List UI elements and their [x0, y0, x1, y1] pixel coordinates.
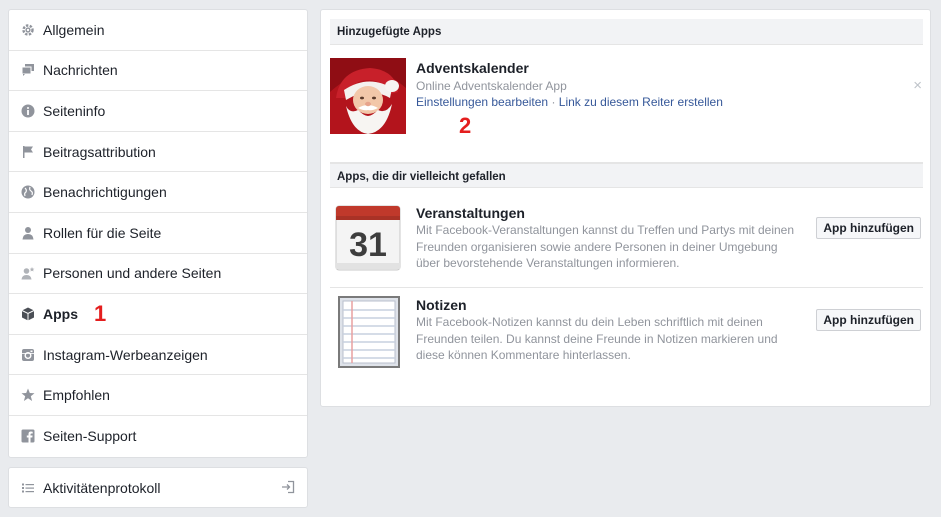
- adventskalender-thumbnail[interactable]: [330, 58, 406, 134]
- sidebar-item-label: Apps: [43, 305, 78, 322]
- annotation-marker-1: 1: [94, 300, 107, 326]
- sidebar-item-personen[interactable]: Personen und andere Seiten: [9, 254, 307, 295]
- messages-icon: [20, 62, 36, 78]
- facebook-icon: [20, 428, 36, 444]
- link-separator: ·: [551, 95, 556, 109]
- star-icon: [20, 387, 36, 403]
- list-icon: [20, 480, 36, 496]
- exit-icon[interactable]: [281, 480, 295, 497]
- sidebar-item-apps[interactable]: Apps 1: [9, 294, 307, 335]
- sidebar-item-seiteninfo[interactable]: Seiteninfo: [9, 91, 307, 132]
- sidebar-item-aktivitaetenprotokoll[interactable]: Aktivitätenprotokoll: [8, 467, 308, 508]
- add-notizen-button[interactable]: App hinzufügen: [816, 309, 921, 331]
- app-title-adventskalender: Adventskalender: [416, 60, 529, 76]
- sidebar-item-label: Personen und andere Seiten: [43, 265, 222, 282]
- edit-settings-link[interactable]: Einstellungen bearbeiten: [416, 95, 548, 109]
- sidebar-item-label: Benachrichtigungen: [43, 184, 167, 201]
- app-description-veranstaltungen: Mit Facebook-Veranstaltungen kannst du T…: [416, 223, 794, 270]
- create-tab-link[interactable]: Link zu diesem Reiter erstellen: [559, 95, 723, 109]
- cube-icon: [20, 306, 36, 322]
- sidebar-item-label: Seiteninfo: [43, 102, 106, 119]
- sidebar-item-benachrichtigungen[interactable]: Benachrichtigungen: [9, 172, 307, 213]
- gear-icon: [20, 22, 36, 38]
- sidebar-item-label: Beitragsattribution: [43, 143, 156, 160]
- sidebar-item-label: Allgemein: [43, 21, 105, 38]
- calendar-icon: 31: [335, 204, 401, 275]
- sidebar-item-label: Nachrichten: [43, 62, 118, 79]
- suggested-apps-heading: Apps, die dir vielleicht gefallen: [330, 162, 923, 188]
- sidebar-item-instagram[interactable]: Instagram-Werbeanzeigen: [9, 335, 307, 376]
- sidebar-item-beitragsattribution[interactable]: Beitragsattribution: [9, 132, 307, 173]
- info-icon: [20, 103, 36, 119]
- sidebar-item-label: Seiten-Support: [43, 428, 137, 445]
- instagram-icon: [20, 347, 36, 363]
- notes-icon: [338, 296, 400, 371]
- flag-icon: [20, 144, 36, 160]
- sidebar-item-seiten-support[interactable]: Seiten-Support: [9, 416, 307, 457]
- add-veranstaltungen-button[interactable]: App hinzufügen: [816, 217, 921, 239]
- added-apps-heading: Hinzugefügte Apps: [330, 19, 923, 45]
- person-icon: [20, 225, 36, 241]
- app-title-veranstaltungen: Veranstaltungen: [416, 205, 525, 221]
- sidebar-item-label: Empfohlen: [43, 387, 110, 404]
- app-subtitle: Online Adventskalender App: [416, 79, 567, 93]
- annotation-marker-2: 2: [459, 113, 472, 138]
- sidebar-item-empfohlen[interactable]: Empfohlen: [9, 375, 307, 416]
- app-links: Einstellungen bearbeiten · Link zu diese…: [416, 95, 723, 109]
- app-description-notizen: Mit Facebook-Notizen kannst du dein Lebe…: [416, 315, 778, 362]
- svg-text:31: 31: [349, 226, 387, 264]
- sidebar-item-allgemein[interactable]: Allgemein: [9, 10, 307, 51]
- remove-app-icon[interactable]: ×: [913, 77, 922, 94]
- sidebar-item-label: Aktivitätenprotokoll: [43, 479, 161, 496]
- apps-panel: Hinzugefügte Apps Adventskalender Online…: [320, 9, 931, 407]
- row-divider: [330, 287, 923, 288]
- sidebar-item-label: Rollen für die Seite: [43, 224, 162, 241]
- sidebar-item-nachrichten[interactable]: Nachrichten: [9, 51, 307, 92]
- sidebar-item-label: Instagram-Werbeanzeigen: [43, 346, 208, 363]
- settings-sidebar: Allgemein Nachrichten Seiteninfo Beitrag…: [8, 9, 308, 458]
- sidebar-item-rollen[interactable]: Rollen für die Seite: [9, 213, 307, 254]
- app-title-notizen: Notizen: [416, 297, 467, 313]
- person-star-icon: [20, 265, 36, 281]
- globe-icon: [20, 184, 36, 200]
